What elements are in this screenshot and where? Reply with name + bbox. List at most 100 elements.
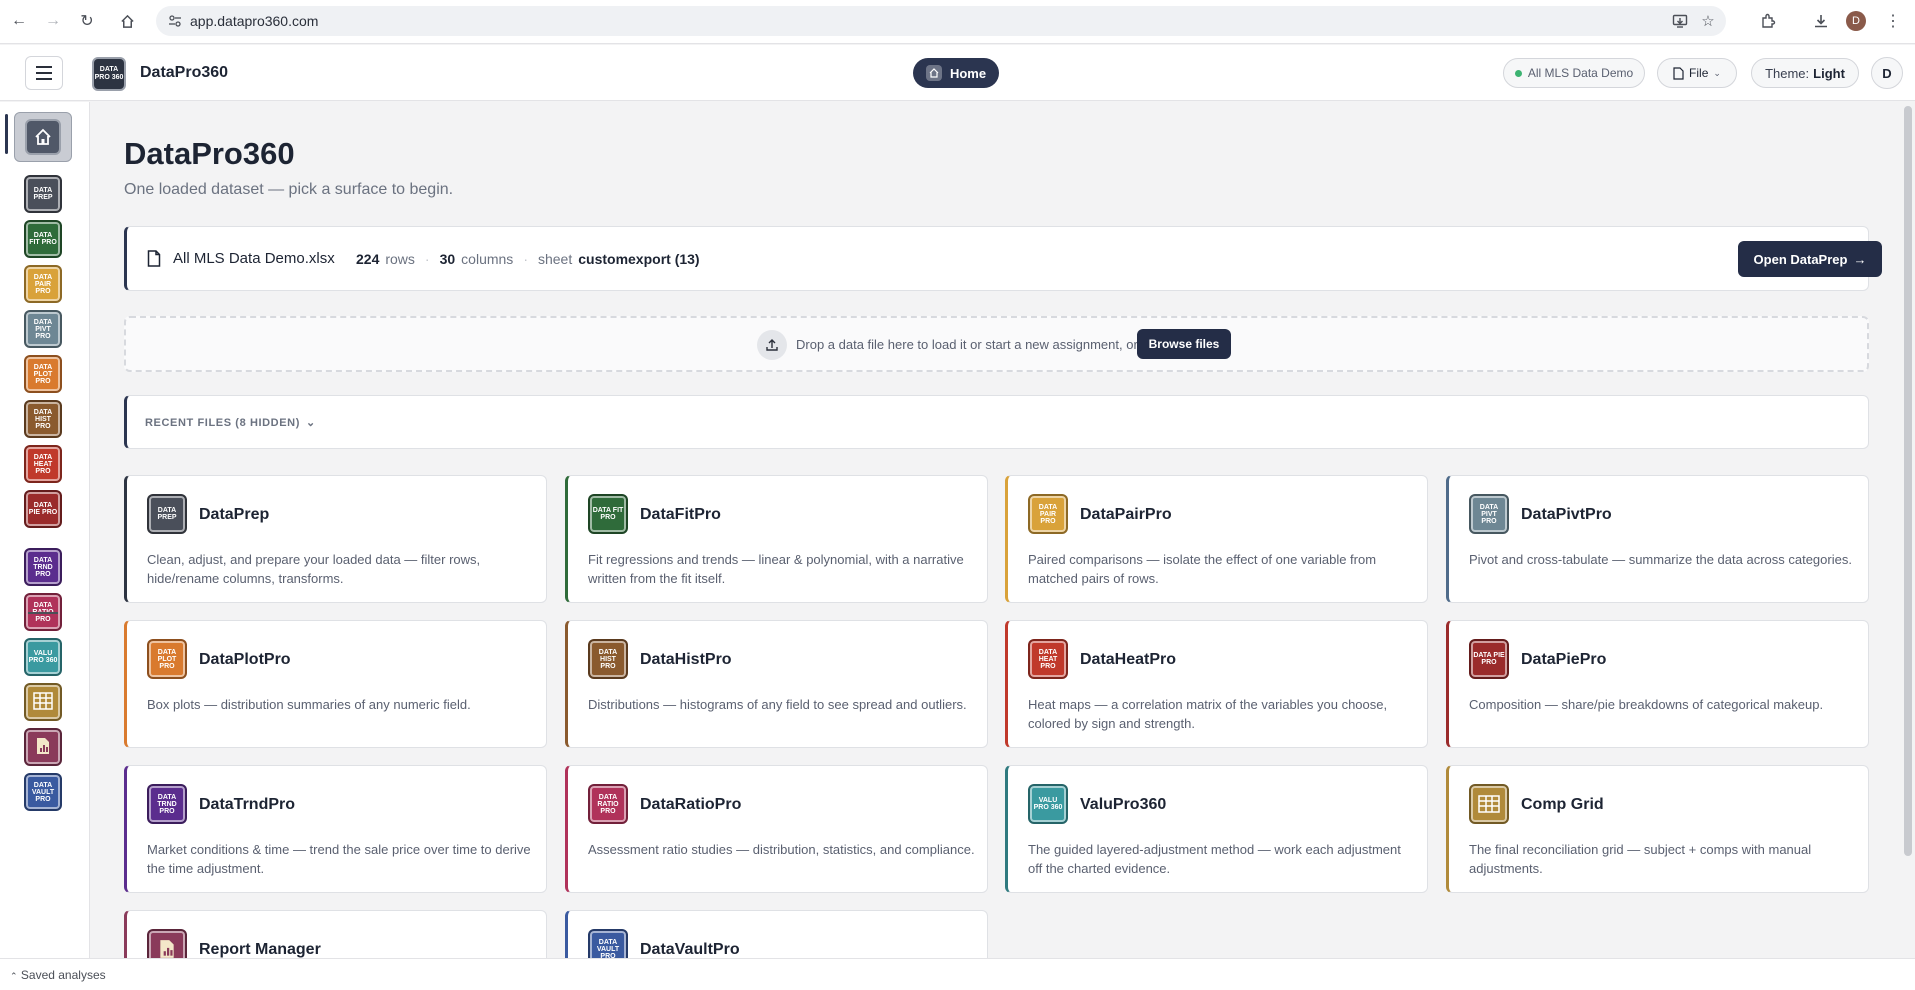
tool-description: Distributions — histograms of any field … [588, 697, 967, 712]
sidebar-divider [28, 612, 58, 614]
open-dataprep-button[interactable]: Open DataPrep → [1738, 241, 1882, 277]
dataset-stats: 224 rows · 30 columns · sheet customexpo… [356, 251, 700, 267]
tool-logo-icon: DATA TRND PRO [147, 784, 187, 824]
sidebar-item-dataprep[interactable]: DATA PREP [24, 175, 62, 213]
browse-files-button[interactable]: Browse files [1137, 329, 1231, 359]
sidebar-item-comp-grid[interactable] [24, 683, 62, 721]
columns-count: 30 [439, 251, 456, 267]
tool-logo-icon: DATA PIE PRO [1469, 639, 1509, 679]
dataset-pill[interactable]: All MLS Data Demo [1503, 58, 1645, 88]
file-menu-button[interactable]: File ⌄ [1657, 58, 1737, 88]
brand-logo[interactable]: DATA PRO 360 [92, 57, 126, 91]
tool-logo-icon: VALU PRO 360 [1028, 784, 1068, 824]
tool-tile-comp-grid[interactable]: Comp Grid The final reconciliation grid —… [1446, 765, 1869, 893]
sidebar-item-datafitpro[interactable]: DATA FIT PRO [24, 220, 62, 258]
tool-name: DataTrndPro [199, 796, 296, 813]
sidebar-item-datapairpro[interactable]: DATA PAIR PRO [24, 265, 62, 303]
chevron-up-icon: ⌃ [10, 971, 18, 981]
tool-logo-icon: DATA PLOT PRO [147, 639, 187, 679]
tool-tile-dataheatpro[interactable]: DATA HEAT PRO DataHeatPro Heat maps — a co… [1005, 620, 1428, 748]
dataset-pill-label: All MLS Data Demo [1527, 66, 1634, 80]
document-icon [147, 250, 161, 267]
sidebar-item-datapivtpro[interactable]: DATA PIVT PRO [24, 310, 62, 348]
tool-logo-icon [1469, 784, 1509, 824]
home-icon[interactable] [116, 10, 138, 32]
sidebar-item-datahistpro[interactable]: DATA HIST PRO [24, 400, 62, 438]
sidebar-item-datatrndpro[interactable]: DATA TRND PRO [24, 548, 62, 586]
install-app-icon[interactable] [1670, 11, 1690, 31]
browser-menu-icon[interactable]: ⋮ [1882, 10, 1904, 32]
downloads-icon[interactable] [1810, 10, 1832, 32]
sidebar-item-logo-text: DATA HEAT PRO [33, 453, 53, 475]
scrollbar[interactable] [1904, 106, 1912, 856]
address-bar[interactable]: app.datapro360.com ☆ [156, 6, 1726, 36]
sidebar-item-datapiepro[interactable]: DATA PIE PRO [24, 490, 62, 528]
tool-logo-text: DATA HIST PRO [598, 648, 618, 670]
tool-tile-report-manager[interactable]: Report Manager [124, 910, 547, 958]
sidebar-item-datavaultpro[interactable]: DATA VAULT PRO [24, 773, 62, 811]
saved-analyses-toggle[interactable]: ⌃ Saved analyses [10, 968, 106, 982]
tool-logo-icon: DATA PREP [147, 494, 187, 534]
recent-files-toggle[interactable]: RECENT FILES (8 HIDDEN) ⌄ [145, 416, 316, 430]
tool-name: DataPlotPro [199, 651, 291, 668]
theme-toggle-button[interactable]: Theme: Light [1751, 58, 1859, 88]
hamburger-menu-button[interactable] [25, 56, 63, 90]
tool-tile-dataprep[interactable]: DATA PREP DataPrep Clean, adjust, and prep… [124, 475, 547, 603]
tool-logo-text: VALU PRO 360 [1033, 797, 1063, 811]
tool-logo-icon [147, 929, 187, 958]
tool-description: Market conditions & time — trend the sal… [147, 842, 531, 876]
tool-tile-datatrndpro[interactable]: DATA TRND PRO DataTrndPro Market condition… [124, 765, 547, 893]
tool-logo-icon: DATA VAULT PRO [588, 929, 628, 958]
tool-name: ValuPro360 [1080, 796, 1167, 813]
forward-icon[interactable]: → [42, 10, 64, 32]
sidebar-item-dataheatpro[interactable]: DATA HEAT PRO [24, 445, 62, 483]
recent-files-label: RECENT FILES (8 HIDDEN) [145, 416, 300, 429]
sidebar-item-home[interactable] [14, 112, 72, 162]
sidebar-item-logo-text: VALU PRO 360 [28, 650, 58, 664]
extensions-icon[interactable] [1757, 10, 1779, 32]
theme-value: Light [1813, 65, 1845, 81]
sidebar-item-report-manager[interactable] [24, 728, 62, 766]
sidebar-item-valupro360[interactable]: VALU PRO 360 [24, 638, 62, 676]
back-icon[interactable]: ← [8, 10, 30, 32]
home-tab-label: Home [949, 65, 987, 81]
upload-icon [757, 330, 787, 360]
dataset-status-dot [1514, 69, 1522, 77]
browser-profile-avatar[interactable]: D [1846, 11, 1866, 31]
tool-tile-dataratiopro[interactable]: DATA RATIO PRO DataRatioPro Assessment rat… [565, 765, 988, 893]
brand-name: DataPro360 [140, 64, 229, 81]
home-tab-button[interactable]: Home [913, 58, 999, 88]
url-text: app.datapro360.com [190, 13, 319, 29]
tool-tile-valupro360[interactable]: VALU PRO 360 ValuPro360 The guided layered… [1005, 765, 1428, 893]
tool-tile-datavaultpro[interactable]: DATA VAULT PRO DataVaultPro [565, 910, 988, 958]
home-icon [925, 65, 942, 81]
saved-analyses-label: Saved analyses [20, 968, 106, 982]
tool-description: Clean, adjust, and prepare your loaded d… [147, 552, 481, 586]
sidebar-item-logo-text: DATA PLOT PRO [33, 363, 53, 385]
sidebar-active-indicator [5, 114, 8, 154]
tool-tile-datapivtpro[interactable]: DATA PIVT PRO DataPivtPro Pivot and cross-… [1446, 475, 1869, 603]
tool-logo-icon: DATA RATIO PRO [588, 784, 628, 824]
tool-tile-datapairpro[interactable]: DATA PAIR PRO DataPairPro Paired compariso… [1005, 475, 1428, 603]
grid-icon [33, 692, 53, 712]
dropzone-text: Drop a data file here to load it or star… [796, 337, 1138, 352]
sheet-name: customexport (13) [578, 251, 700, 267]
bookmark-star-icon[interactable]: ☆ [1698, 11, 1718, 31]
theme-label: Theme: [1765, 65, 1810, 81]
file-dropzone[interactable]: Drop a data file here to load it or star… [124, 316, 1869, 372]
tool-tile-datafitpro[interactable]: DATA FIT PRO DataFitPro Fit regressions an… [565, 475, 988, 603]
tool-logo-text: DATA PAIR PRO [1038, 503, 1058, 525]
tool-tile-datahistpro[interactable]: DATA HIST PRO DataHistPro Distributions — … [565, 620, 988, 748]
reload-icon[interactable]: ↻ [76, 10, 98, 32]
tool-name: DataRatioPro [640, 796, 742, 813]
browser-toolbar: ← → ↻ app.datapro360.com ☆ D ⋮ [0, 0, 1915, 44]
tool-logo-icon: DATA HIST PRO [588, 639, 628, 679]
sidebar-item-logo-text: DATA TRND PRO [33, 556, 53, 578]
tool-tile-dataplotpro[interactable]: DATA PLOT PRO DataPlotPro Box plots — dist… [124, 620, 547, 748]
page-subtitle: One loaded dataset — pick a surface to b… [124, 181, 454, 198]
sidebar-item-logo-text: DATA PAIR PRO [33, 273, 53, 295]
user-avatar-button[interactable]: D [1871, 57, 1903, 89]
sidebar-item-dataplotpro[interactable]: DATA PLOT PRO [24, 355, 62, 393]
site-settings-icon[interactable] [168, 14, 182, 28]
tool-tile-datapiepro[interactable]: DATA PIE PRO DataPiePro Composition — shar… [1446, 620, 1869, 748]
